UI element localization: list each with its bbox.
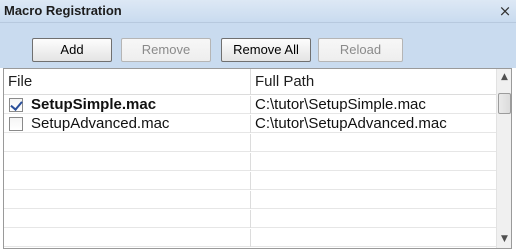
full-path-cell: C:\tutor\SetupAdvanced.mac	[255, 115, 447, 132]
panel-title: Macro Registration	[4, 3, 122, 18]
empty-row	[4, 134, 497, 152]
empty-file-cell	[4, 153, 251, 171]
vertical-scrollbar[interactable]: ▲ ▼	[496, 69, 511, 248]
remove-all-button[interactable]: Remove All	[221, 38, 311, 62]
toolbar: Add Remove Remove All Reload	[0, 23, 516, 68]
column-header-full-path[interactable]: Full Path	[251, 69, 497, 95]
macro-list: File Full Path SetupSimple.mac C:\tutor\…	[3, 68, 512, 249]
file-cell: SetupAdvanced.mac	[4, 115, 251, 133]
table-row[interactable]: SetupAdvanced.mac C:\tutor\SetupAdvanced…	[4, 115, 497, 133]
title-bar: Macro Registration ×	[0, 0, 516, 23]
empty-row	[4, 191, 497, 209]
reload-button[interactable]: Reload	[318, 38, 403, 62]
close-icon[interactable]: ×	[496, 1, 514, 21]
empty-row	[4, 153, 497, 171]
empty-file-cell	[4, 210, 251, 228]
full-path-cell: C:\tutor\SetupSimple.mac	[255, 96, 426, 113]
empty-row	[4, 210, 497, 228]
empty-row	[4, 172, 497, 190]
column-header-file[interactable]: File	[4, 69, 251, 95]
scroll-down-icon[interactable]: ▼	[497, 231, 512, 248]
scroll-thumb[interactable]	[498, 93, 511, 114]
empty-file-cell	[4, 172, 251, 190]
file-cell: SetupSimple.mac	[4, 96, 251, 114]
empty-file-cell	[4, 229, 251, 247]
add-button[interactable]: Add	[32, 38, 112, 62]
empty-file-cell	[4, 191, 251, 209]
remove-button[interactable]: Remove	[121, 38, 211, 62]
empty-file-cell	[4, 134, 251, 152]
empty-row	[4, 229, 497, 247]
macro-registration-panel: Macro Registration × Add Remove Remove A…	[0, 0, 516, 250]
table-row[interactable]: SetupSimple.mac C:\tutor\SetupSimple.mac	[4, 96, 497, 114]
macro-list-content: File Full Path SetupSimple.mac C:\tutor\…	[4, 69, 497, 248]
scroll-up-icon[interactable]: ▲	[497, 69, 512, 86]
